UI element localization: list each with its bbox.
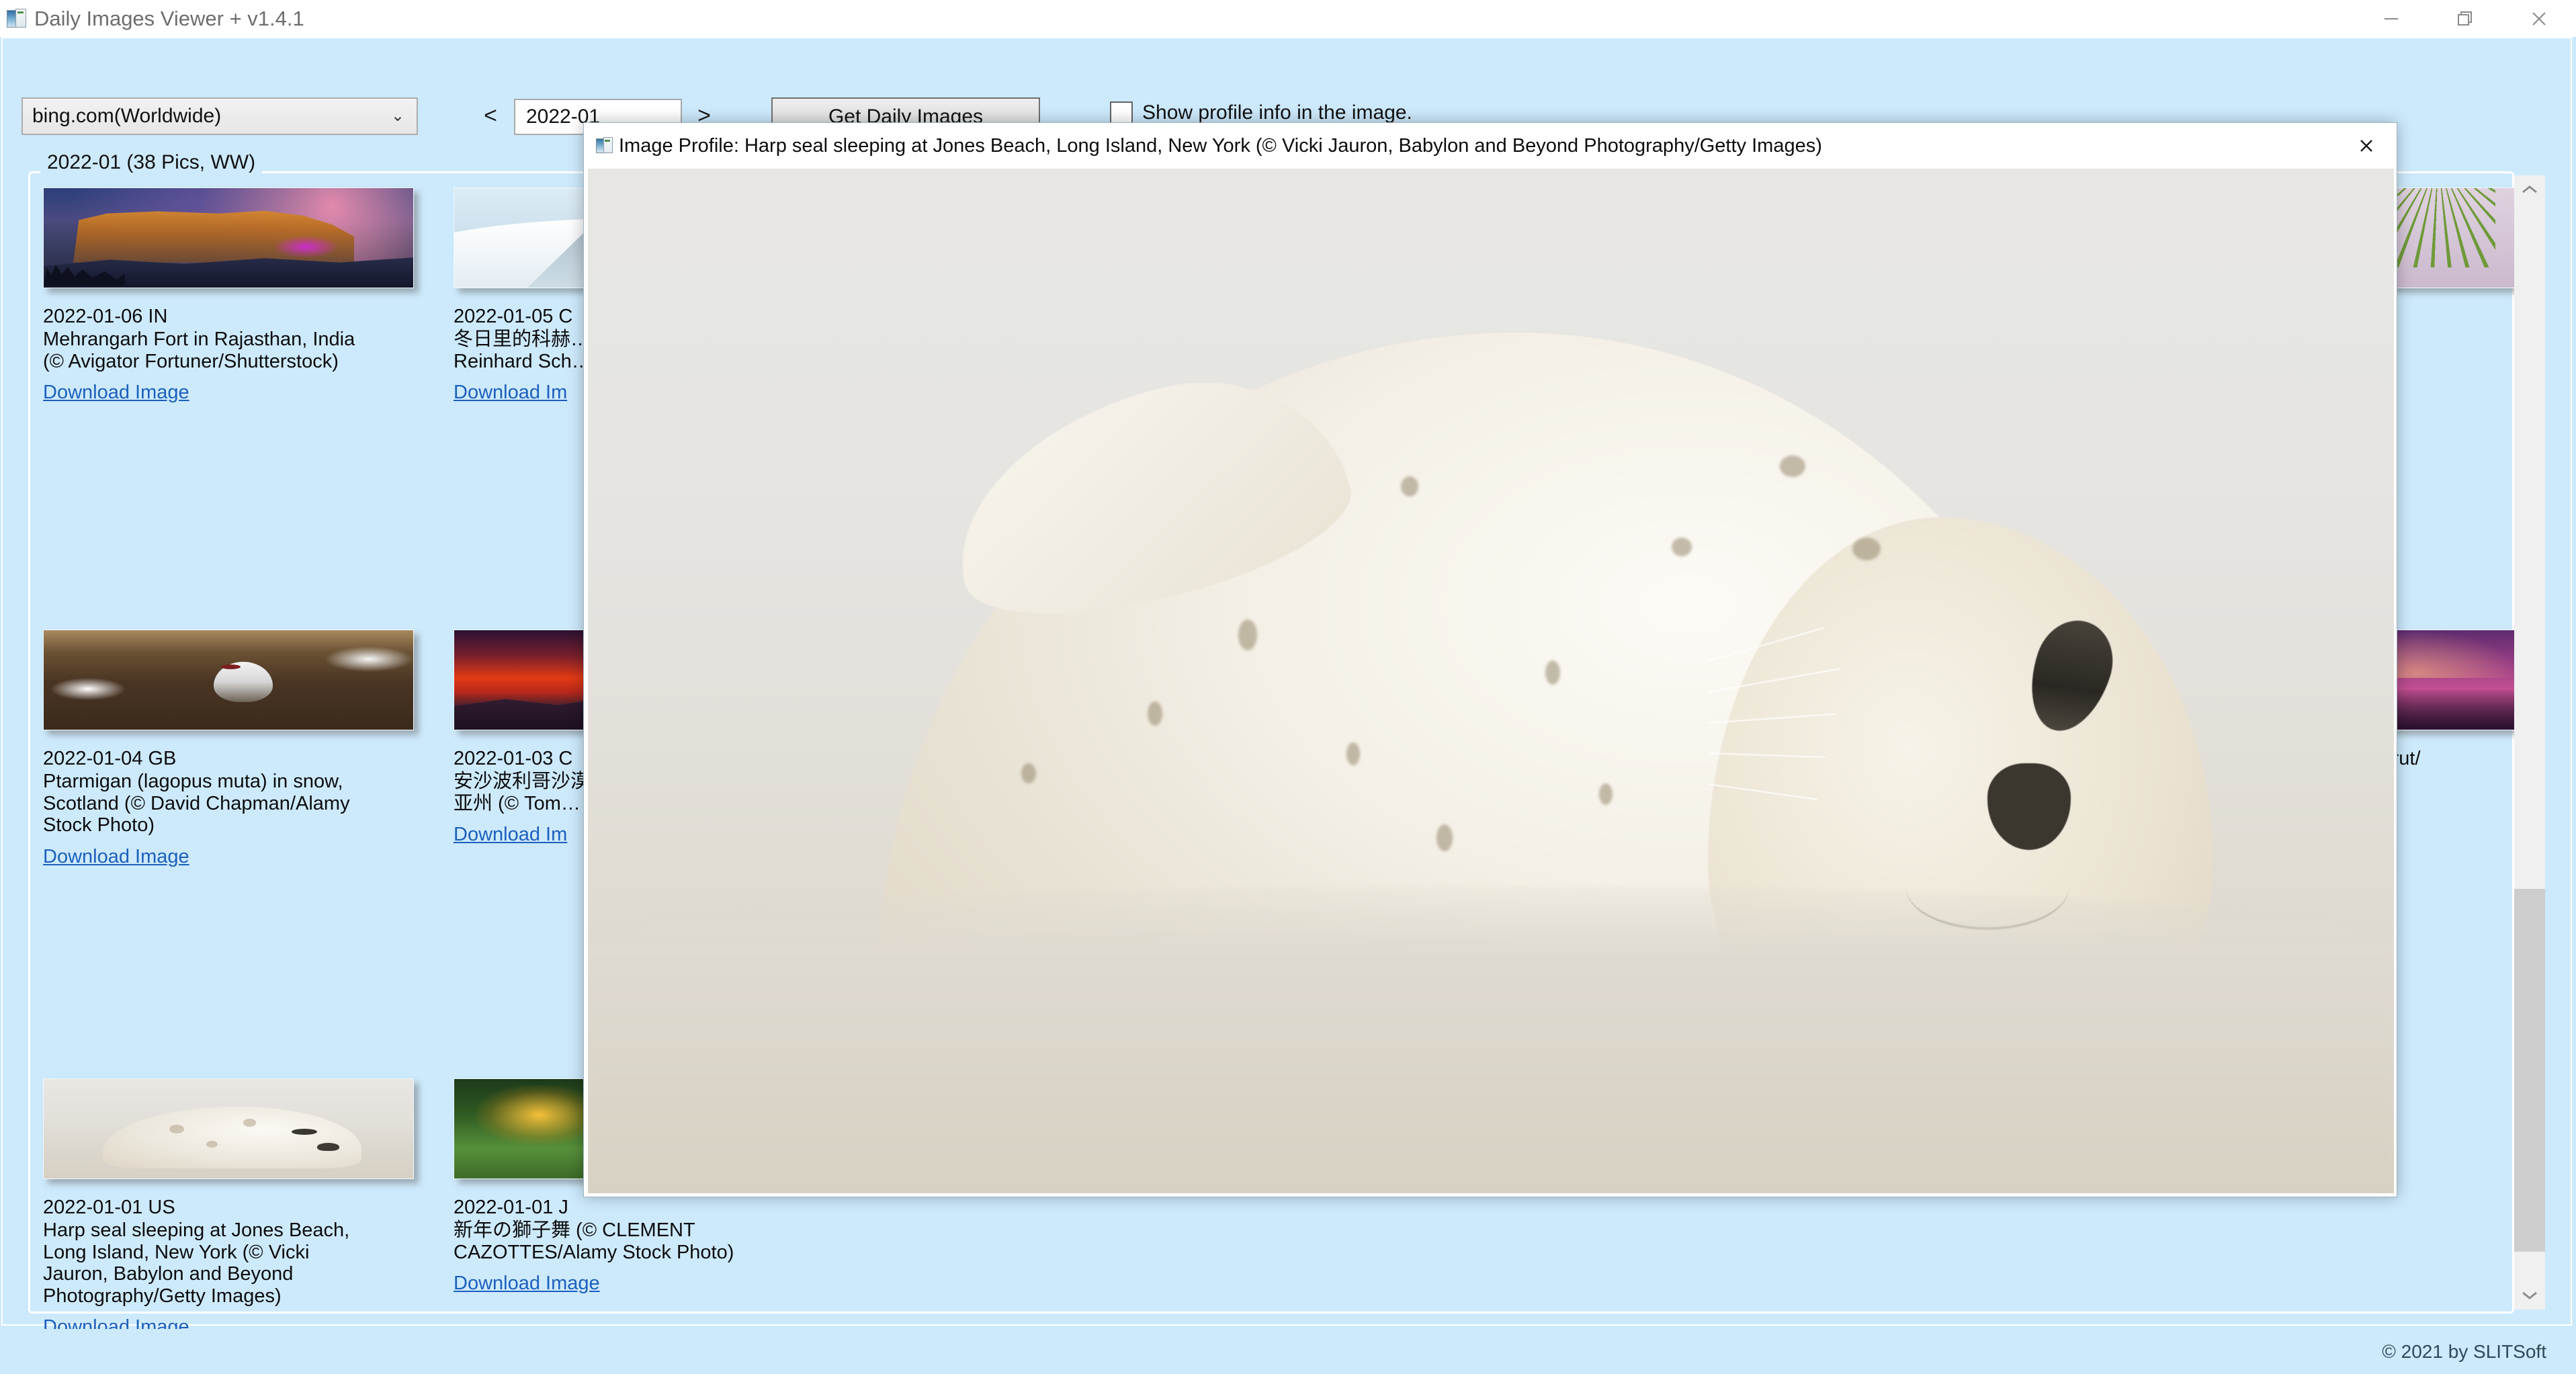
card-date: 2022-01-01 J <box>454 1197 867 1218</box>
image-card: 2022-01-04 GB Ptarmigan (lagopus muta) i… <box>43 630 456 868</box>
close-icon[interactable] <box>2502 0 2576 37</box>
card-caption: e tia ) <box>2372 306 2576 371</box>
card-date: 2022-01-06 IN <box>43 306 456 327</box>
scroll-thumb[interactable] <box>2514 889 2545 1252</box>
card-date: 2022-01-04 GB <box>43 748 456 769</box>
image-card-partial: e tia ) <box>2372 187 2576 371</box>
image-card: 2022-01-06 IN Mehrangarh Fort in Rajasth… <box>43 187 456 404</box>
window-titlebar: Daily Images Viewer + v1.4.1 <box>0 0 2576 37</box>
dialog-body <box>587 169 2395 1195</box>
card-caption: 新年の獅子舞 (© CLEMENT CAZOTTES/Alamy Stock P… <box>454 1219 867 1263</box>
card-caption: nkrut/ <box>2372 748 2576 769</box>
download-image-link[interactable]: Download Im <box>454 824 567 846</box>
app-window-icon <box>7 9 27 29</box>
image-card-partial: nkrut/ <box>2372 630 2576 769</box>
source-select-value: bing.com(Worldwide) <box>32 105 221 128</box>
download-image-link[interactable]: Download Image <box>43 1316 189 1329</box>
image-profile-dialog: Image Profile: Harp seal sleeping at Jon… <box>583 122 2397 1197</box>
groupbox-caption: 2022-01 (38 Pics, WW) <box>40 151 262 174</box>
chevron-down-icon: ⌄ <box>391 108 404 124</box>
dialog-titlebar: Image Profile: Harp seal sleeping at Jon… <box>584 123 2397 169</box>
restore-icon[interactable] <box>2428 0 2502 37</box>
download-image-link[interactable]: Download Image <box>454 1273 600 1295</box>
card-thumbnail[interactable] <box>43 1078 414 1179</box>
show-profile-checkbox-label: Show profile info in the image. <box>1142 101 1412 124</box>
close-icon[interactable] <box>2336 123 2397 169</box>
vertical-scrollbar[interactable] <box>2514 175 2545 1309</box>
card-caption: Mehrangarh Fort in Rajasthan, India (© A… <box>43 329 456 372</box>
chevron-down-icon[interactable] <box>2514 1281 2545 1309</box>
chevron-up-icon[interactable] <box>2514 175 2545 204</box>
card-caption: Harp seal sleeping at Jones Beach, Long … <box>43 1219 456 1307</box>
card-caption: Ptarmigan (lagopus muta) in snow, Scotla… <box>43 771 456 836</box>
dialog-title: Image Profile: Harp seal sleeping at Jon… <box>619 135 1822 157</box>
card-date: 2022-01-01 US <box>43 1197 456 1218</box>
copyright-text: © 2021 by SLITSoft <box>2382 1341 2546 1363</box>
minimize-icon[interactable] <box>2354 0 2428 37</box>
card-thumbnail[interactable] <box>43 630 414 730</box>
show-profile-checkbox[interactable]: Show profile info in the image. <box>1110 101 1412 124</box>
harp-seal-sleeping-photo <box>588 169 2394 1193</box>
download-image-link[interactable]: Download Image <box>43 382 189 404</box>
window-title: Daily Images Viewer + v1.4.1 <box>34 7 304 31</box>
download-image-link[interactable]: Download Im <box>454 382 567 404</box>
app-window-icon <box>596 137 613 155</box>
source-select[interactable]: bing.com(Worldwide) ⌄ <box>22 97 418 135</box>
checkbox-box[interactable] <box>1110 101 1133 124</box>
card-thumbnail[interactable] <box>43 187 414 288</box>
window-controls <box>2354 0 2576 37</box>
status-bar: © 2021 by SLITSoft <box>0 1329 2576 1374</box>
image-card: 2022-01-01 US Harp seal sleeping at Jone… <box>43 1078 456 1329</box>
prev-month-button[interactable]: < <box>478 99 503 132</box>
download-image-link[interactable]: Download Image <box>43 846 189 868</box>
